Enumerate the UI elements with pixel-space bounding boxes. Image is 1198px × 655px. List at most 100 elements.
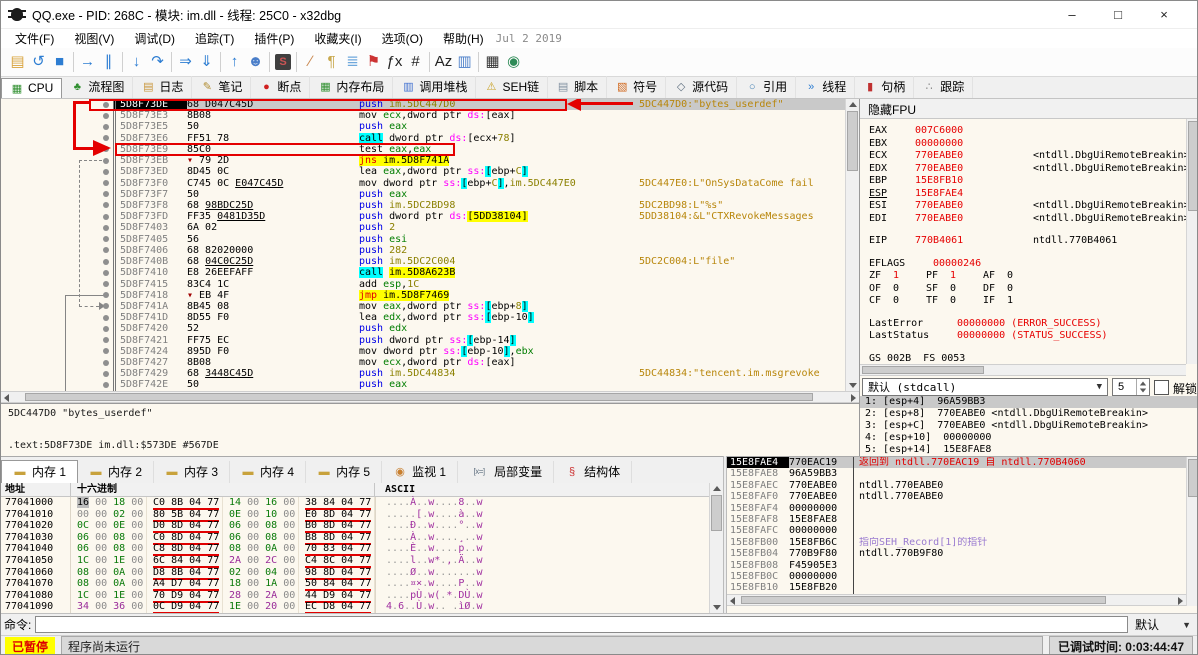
breakpoint-dot[interactable] — [103, 269, 109, 276]
register-row[interactable]: OF 0 SF 0 DF 0 — [869, 283, 1186, 296]
scroll-left-icon[interactable] — [730, 597, 735, 605]
stack-address-cell[interactable]: 15E8FB04 — [727, 548, 789, 559]
menu-item[interactable]: 帮助(H) — [433, 29, 494, 48]
argument-row[interactable]: 3: [esp+C] 770EABE0 <ntdll.DbgUiRemoteBr… — [860, 420, 1197, 432]
instruction-cell[interactable]: push dword ptr ds:[5DD38104] — [359, 211, 639, 223]
comment-cell[interactable] — [639, 144, 845, 155]
argument-row[interactable]: 4: [esp+10] 00000000 — [860, 432, 1197, 444]
stack-comment-cell[interactable]: 指向SEH_Record[1]的指针 — [853, 536, 1186, 549]
dump-bytes-group[interactable]: 80 5B 04 77 — [147, 508, 223, 522]
stack-vscrollbar[interactable] — [1186, 457, 1197, 606]
register-row[interactable]: LastError 00000000 (ERROR_SUCCESS) — [869, 318, 1186, 331]
dump-bytes-group[interactable]: 16 00 18 00 — [71, 497, 147, 509]
unlock-checkbox[interactable] — [1153, 380, 1169, 395]
dump-bytes-group[interactable]: 28 00 2A 00 — [223, 589, 299, 602]
step-over-icon[interactable]: ↷ — [147, 51, 168, 73]
breakpoint-dot[interactable] — [103, 146, 109, 153]
stack-comment-cell[interactable] — [853, 468, 1186, 480]
breakpoint-dot[interactable] — [103, 135, 109, 142]
bytes-cell[interactable]: 8B08 — [187, 357, 359, 368]
comment-cell[interactable] — [639, 166, 845, 177]
a2z-icon[interactable]: Az — [433, 51, 454, 73]
address-cell[interactable]: 5D8F740B — [113, 256, 187, 268]
instruction-cell[interactable]: lea eax,dword ptr ss:[ebp+C] — [359, 166, 639, 178]
tab-dump3[interactable]: ▬ 内存 3 — [154, 461, 231, 483]
stack-row[interactable]: 15E8FB10 15E8FB20 — [727, 582, 1186, 594]
address-cell[interactable]: 5D8F7424 — [113, 345, 187, 358]
disasm-row[interactable]: 5D8F73F0 C745 0C E047C45D mov dword ptr ss… — [1, 177, 845, 189]
address-cell[interactable]: 5D8F7418 — [113, 289, 187, 301]
register-row[interactable]: GS 002B FS 0053 — [869, 353, 1186, 365]
instruction-cell[interactable]: push 2 — [359, 222, 639, 233]
command-preset-select[interactable]: 默认 ▼ — [1132, 616, 1194, 633]
register-row[interactable]: EIP 770B4061 ntdll.770B4061 — [869, 235, 1186, 248]
stack-address-cell[interactable]: 15E8FAF4 — [727, 503, 789, 514]
disassembly-hscrollbar[interactable] — [1, 391, 859, 403]
stack-address-cell[interactable]: 15E8FAEC — [727, 480, 789, 491]
tab-struct[interactable]: § 结构体 — [554, 461, 633, 483]
instruction-cell[interactable]: mov dword ptr ss:[ebp+C],im.5DC447E0 — [359, 177, 639, 189]
comment-cell[interactable] — [639, 245, 845, 256]
disasm-row[interactable]: 5D8F7403 6A 02 push 2 — [1, 222, 845, 234]
disasm-row[interactable]: 5D8F7420 52 push edx — [1, 323, 845, 335]
dump-address-cell[interactable]: 77041070 — [1, 578, 71, 590]
scroll-up-icon[interactable] — [849, 102, 857, 107]
bytes-cell[interactable]: 8B08 — [187, 110, 359, 121]
menu-item[interactable]: 收藏夹(I) — [304, 29, 371, 48]
arg-depth-stepper[interactable]: 5 — [1111, 378, 1150, 396]
scroll-down-icon[interactable] — [713, 605, 721, 610]
instruction-cell[interactable]: jmp im.5D8F7469 — [359, 289, 639, 301]
tab-trace[interactable]: ∴ 跟踪 — [914, 76, 974, 98]
scroll-right-icon[interactable] — [1178, 597, 1183, 605]
stack-row[interactable]: 15E8FAFC 00000000 — [727, 525, 1186, 537]
dump-bytes-group[interactable]: 14 00 16 00 — [223, 497, 299, 509]
tab-watch1[interactable]: ◉ 监视 1 — [382, 461, 459, 483]
dump-bytes-group[interactable]: 06 00 08 00 — [223, 520, 299, 532]
scroll-thumb[interactable] — [711, 495, 722, 531]
stack-value-cell[interactable]: 770B9F80 — [789, 548, 853, 559]
comment-cell[interactable] — [639, 290, 845, 301]
disasm-row[interactable]: 5D8F7427 8B08 mov ecx,dword ptr ds:[eax] — [1, 357, 845, 369]
tab-source[interactable]: ◇ 源代码 — [666, 76, 738, 98]
dump-bytes-group[interactable]: A4 D7 04 77 — [147, 578, 223, 592]
address-cell[interactable]: 5D8F741D — [113, 312, 187, 324]
dump-row[interactable]: 77041010 00 00 02 00 80 5B 04 77 0E 00 10 0… — [1, 508, 709, 522]
tab-dump1[interactable]: ▬ 内存 1 — [1, 460, 79, 483]
stack-comment-cell[interactable] — [853, 582, 1186, 594]
instruction-cell[interactable]: mov eax,dword ptr ss:[ebp+8] — [359, 300, 639, 312]
disasm-row[interactable]: 5D8F7410 E8 26EEFAFF call im.5D8A623B — [1, 267, 845, 279]
menu-item[interactable]: 调试(D) — [124, 29, 185, 48]
dump-bytes-group[interactable]: D0 8D 04 77 — [147, 520, 223, 534]
comment-cell[interactable] — [639, 110, 845, 121]
address-cell[interactable]: 5D8F7421 — [113, 334, 187, 346]
dump-bytes-group[interactable]: 98 8D 04 77 — [299, 566, 375, 580]
disasm-row[interactable]: 5D8F73E5 50 push eax — [1, 121, 845, 133]
instruction-cell[interactable]: push im.5DC447D0 — [359, 99, 639, 111]
bytes-cell[interactable]: FF51 78 — [187, 133, 359, 144]
step-down-icon[interactable]: ⇓ — [196, 51, 217, 73]
dump-address-cell[interactable]: 77041050 — [1, 554, 71, 567]
disasm-row[interactable]: 5D8F7406 68 82020000 push 282 — [1, 244, 845, 257]
globe-icon[interactable]: ◉ — [503, 51, 524, 73]
stack-value-cell[interactable]: 770EABE0 — [789, 480, 853, 491]
breakpoint-dot[interactable] — [103, 337, 109, 344]
address-cell[interactable]: 5D8F7410 — [113, 267, 187, 279]
breakpoint-dot[interactable] — [103, 258, 109, 265]
dump-row[interactable]: 77041020 0C 00 0E 00 D0 8D 04 77 06 00 08 0… — [1, 520, 709, 534]
instruction-cell[interactable]: mov ecx,dword ptr ds:[eax] — [359, 357, 639, 368]
tab-script[interactable]: ▤ 脚本 — [548, 76, 608, 98]
stack-address-cell[interactable]: 15E8FB10 — [727, 582, 789, 593]
tab-graph[interactable]: ♣ 流程图 — [62, 76, 134, 98]
bytes-cell[interactable]: 68 98BDC25D — [187, 200, 359, 211]
stack-comment-cell[interactable]: ntdll.770EABE0 — [853, 479, 1186, 492]
breakpoint-dot[interactable] — [103, 325, 109, 332]
scroll-thumb[interactable] — [847, 111, 858, 171]
dump-bytes-group[interactable]: C8 8D 04 77 — [147, 543, 223, 557]
stack-row[interactable]: 15E8FB00 15E8FB6C 指向SEH_Record[1]的指针 — [727, 536, 1186, 549]
instruction-cell[interactable]: call im.5D8A623B — [359, 267, 639, 279]
stack-comment-cell[interactable] — [853, 525, 1186, 537]
scroll-thumb[interactable] — [1188, 459, 1197, 497]
instruction-cell[interactable]: call dword ptr ds:[ecx+78] — [359, 132, 639, 144]
tab-notes[interactable]: ✎ 笔记 — [192, 76, 252, 98]
tab-dump2[interactable]: ▬ 内存 2 — [78, 461, 155, 483]
